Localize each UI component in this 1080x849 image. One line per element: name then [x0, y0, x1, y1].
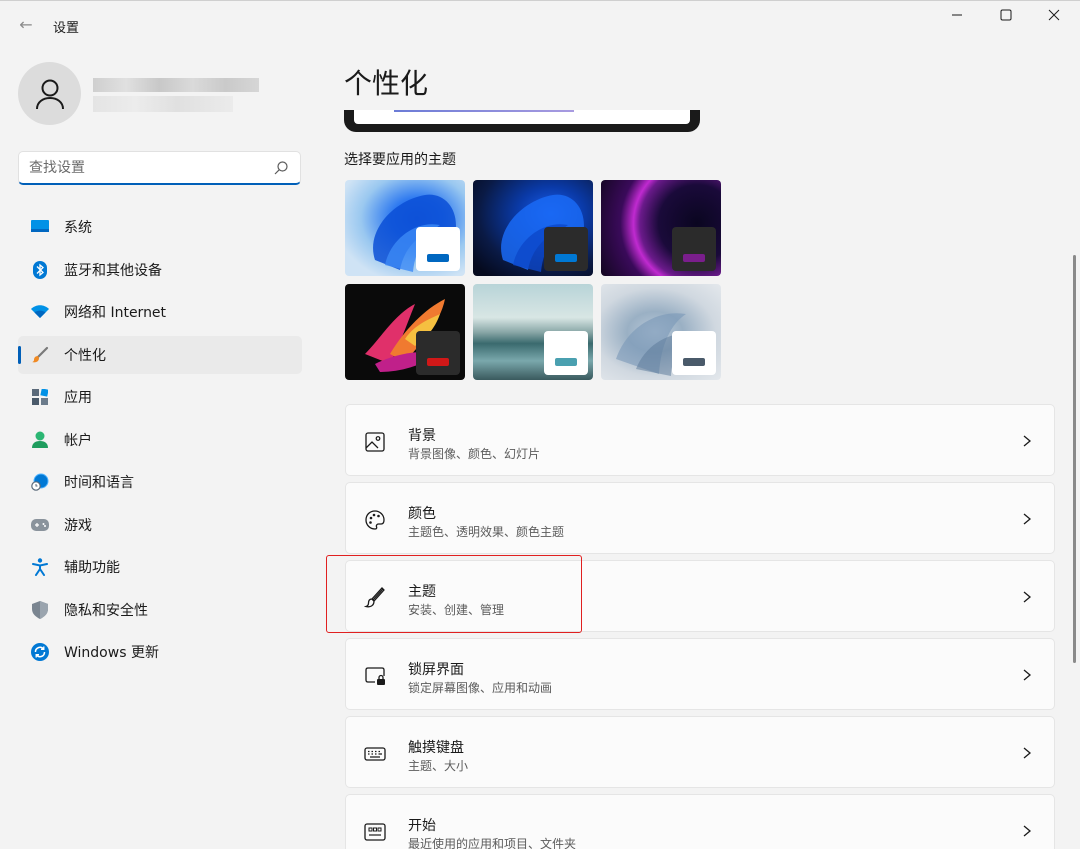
card-subtitle: 主题色、透明效果、颜色主题 — [408, 525, 565, 539]
card-touch-keyboard[interactable]: 触摸键盘 主题、大小 — [345, 716, 1055, 788]
card-title: 颜色 — [408, 506, 436, 522]
app-title: 设置 — [53, 21, 80, 36]
sidebar-item-privacy[interactable]: 隐私和安全性 — [18, 591, 302, 629]
theme-tile-windows-light[interactable] — [345, 180, 465, 276]
sidebar-item-label: 隐私和安全性 — [64, 602, 148, 619]
search-input[interactable] — [29, 158, 269, 178]
theme-preview-wallpaper-edge — [394, 110, 574, 112]
theme-accent-badge — [544, 227, 588, 271]
theme-accent-badge — [672, 227, 716, 271]
wifi-icon — [30, 302, 50, 322]
sidebar-item-label: 辅助功能 — [64, 560, 120, 576]
card-subtitle: 最近使用的应用和项目、文件夹 — [408, 837, 577, 849]
scrollbar-thumb[interactable] — [1073, 255, 1076, 663]
chevron-right-icon — [1023, 825, 1032, 837]
card-subtitle: 背景图像、颜色、幻灯片 — [408, 447, 541, 461]
palette-icon — [365, 510, 385, 530]
theme-tile-flow[interactable] — [601, 284, 721, 380]
sidebar-item-label: 蓝牙和其他设备 — [64, 262, 162, 279]
person-icon — [35, 79, 64, 109]
chevron-right-icon — [1023, 747, 1032, 759]
search-box[interactable] — [18, 151, 301, 185]
monitor-icon — [30, 217, 50, 237]
sidebar-item-label: 帐户 — [64, 432, 92, 449]
theme-accent-badge — [544, 331, 588, 375]
theme-tile-sunrise[interactable] — [473, 284, 593, 380]
maximize-button[interactable] — [983, 4, 1029, 30]
sidebar-item-label: 游戏 — [64, 517, 92, 534]
annotation-highlight-box — [326, 555, 582, 633]
keyboard-icon — [364, 747, 386, 761]
sidebar-item-personalization[interactable]: 个性化 — [18, 335, 302, 374]
sidebar-item-accessibility[interactable]: 辅助功能 — [18, 548, 302, 586]
theme-accent-badge — [672, 331, 716, 375]
sidebar-item-accounts[interactable]: 帐户 — [18, 421, 302, 459]
minimize-button[interactable] — [934, 4, 980, 30]
user-profile[interactable] — [18, 62, 308, 126]
sidebar-item-label: 应用 — [64, 390, 92, 406]
lock-screen-icon — [365, 667, 385, 685]
sidebar-nav: 系统 蓝牙和其他设备 网络和 Internet 个性化 应用 帐户 时间和语言 … — [18, 208, 302, 676]
sidebar-item-system[interactable]: 系统 — [18, 208, 302, 246]
chevron-right-icon — [1023, 669, 1032, 681]
sidebar-item-label: 网络和 Internet — [64, 305, 167, 321]
title-bar: ← 设置 — [0, 0, 1080, 50]
redacted-user-email — [93, 96, 233, 112]
accessibility-icon — [30, 557, 50, 577]
globe-clock-icon — [30, 472, 50, 492]
image-icon — [365, 432, 385, 452]
close-button[interactable] — [1031, 4, 1077, 30]
card-title: 背景 — [408, 428, 436, 444]
sidebar-item-apps[interactable]: 应用 — [18, 378, 302, 416]
bluetooth-icon — [30, 260, 50, 280]
card-subtitle: 主题、大小 — [408, 759, 469, 773]
page-title: 个性化 — [344, 67, 429, 100]
theme-tile-glow[interactable] — [601, 180, 721, 276]
avatar[interactable] — [18, 62, 81, 125]
chevron-right-icon — [1023, 513, 1032, 525]
sidebar-item-gaming[interactable]: 游戏 — [18, 506, 302, 544]
sidebar-item-label: 个性化 — [64, 347, 106, 364]
brush-icon — [30, 345, 50, 365]
shield-icon — [30, 600, 50, 620]
card-title: 锁屏界面 — [408, 662, 464, 678]
card-subtitle: 锁定屏幕图像、应用和动画 — [408, 681, 553, 695]
theme-tile-windows-dark[interactable] — [473, 180, 593, 276]
update-icon — [30, 642, 50, 662]
start-icon — [364, 823, 386, 841]
card-title: 触摸键盘 — [408, 740, 464, 756]
sidebar-item-label: 系统 — [64, 220, 92, 236]
theme-gallery — [345, 180, 725, 382]
themes-heading: 选择要应用的主题 — [344, 152, 456, 168]
theme-accent-badge — [416, 227, 460, 271]
search-icon[interactable] — [272, 159, 290, 177]
card-background[interactable]: 背景 背景图像、颜色、幻灯片 — [345, 404, 1055, 476]
card-title: 开始 — [408, 818, 436, 834]
theme-preview-screen — [354, 110, 690, 124]
card-start[interactable]: 开始 最近使用的应用和项目、文件夹 — [345, 794, 1055, 849]
sidebar-item-network[interactable]: 网络和 Internet — [18, 293, 302, 331]
apps-icon — [30, 387, 50, 407]
card-lock-screen[interactable]: 锁屏界面 锁定屏幕图像、应用和动画 — [345, 638, 1055, 710]
maximize-icon — [1000, 9, 1012, 21]
chevron-right-icon — [1023, 591, 1032, 603]
sidebar-item-bluetooth[interactable]: 蓝牙和其他设备 — [18, 251, 302, 289]
sidebar-item-label: 时间和语言 — [64, 475, 134, 491]
gamepad-icon — [30, 515, 50, 535]
active-indicator — [18, 345, 21, 364]
chevron-right-icon — [1023, 435, 1032, 447]
theme-preview — [344, 110, 700, 132]
theme-tile-captured-motion[interactable] — [345, 284, 465, 380]
sidebar-item-label: Windows 更新 — [64, 645, 159, 661]
minimize-icon — [952, 14, 962, 16]
sidebar-item-windows-update[interactable]: Windows 更新 — [18, 633, 302, 671]
redacted-user-name — [93, 78, 259, 92]
sidebar-item-time-language[interactable]: 时间和语言 — [18, 463, 302, 501]
close-icon — [1048, 9, 1060, 21]
person-icon — [30, 430, 50, 450]
card-colors[interactable]: 颜色 主题色、透明效果、颜色主题 — [345, 482, 1055, 554]
back-button[interactable]: ← — [14, 12, 38, 38]
theme-accent-badge — [416, 331, 460, 375]
